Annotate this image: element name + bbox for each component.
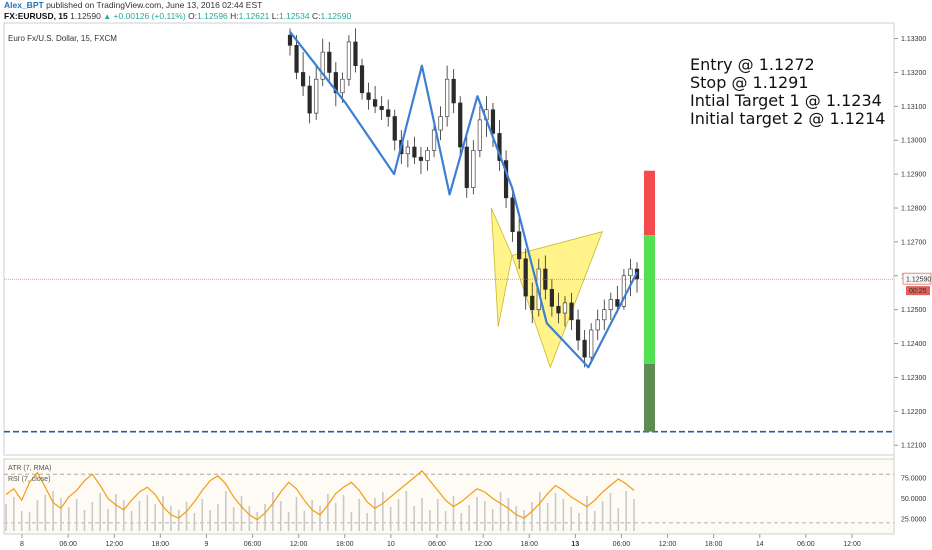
candle-body <box>392 116 397 141</box>
y-tick-label: 1.12900 <box>901 172 926 179</box>
y-tick-label: 1.13200 <box>901 70 926 77</box>
candle-body <box>314 78 319 114</box>
candle-body <box>287 34 293 46</box>
x-tick-label: 06:00 <box>428 541 446 548</box>
candle-body <box>294 45 299 73</box>
candle-body <box>327 51 332 73</box>
x-tick-label: 12:00 <box>474 541 492 548</box>
candle-body <box>556 305 561 314</box>
candle-body <box>510 197 515 233</box>
atr-label: ATR (7, RMA) <box>8 465 51 472</box>
x-tick-label: 18:00 <box>336 541 354 548</box>
x-tick-label: 13 <box>571 541 579 548</box>
trade-note: Stop @ 1.1291 <box>690 73 809 92</box>
x-tick-label: 10 <box>387 541 395 548</box>
trade-zones <box>4 170 894 433</box>
candle-body <box>438 116 443 131</box>
y-tick-label: 1.13000 <box>901 138 926 145</box>
candle-body <box>628 268 633 277</box>
candle-body <box>575 319 581 341</box>
y-tick-label: 1.13100 <box>901 104 926 111</box>
target1-zone <box>644 235 655 364</box>
candle-body <box>418 156 424 161</box>
candle-body <box>569 302 574 321</box>
trade-note: Initial target 2 @ 1.1214 <box>690 109 885 128</box>
x-tick-label: 12:00 <box>659 541 677 548</box>
candle-body <box>405 146 410 155</box>
candle-body <box>608 299 613 310</box>
x-tick-label: 8 <box>20 541 24 548</box>
candle-body <box>458 102 463 148</box>
trade-note: Entry @ 1.1272 <box>690 55 815 74</box>
y-tick-label: 1.12300 <box>901 375 926 382</box>
price-tags: 1.12590 00:25 <box>902 272 931 296</box>
x-tick-label: 18:00 <box>705 541 723 548</box>
candle-body <box>523 258 528 297</box>
chart-title: Euro Fx/U.S. Dollar, 15, FXCM <box>8 34 117 43</box>
x-tick-label: 14 <box>756 541 764 548</box>
pattern-triangle-xab <box>490 207 513 327</box>
candle-body <box>562 302 568 314</box>
y-tick-label: 1.12400 <box>901 341 926 348</box>
y-tick-label: 1.12500 <box>901 307 926 314</box>
x-tick-label: 18:00 <box>520 541 538 548</box>
candle-body <box>490 109 496 134</box>
candle-body <box>300 72 306 87</box>
x-tick-label: 06:00 <box>244 541 262 548</box>
indicator-tick-label: 75.0000 <box>901 476 926 483</box>
candle-body <box>412 146 417 158</box>
candle-body <box>582 339 587 358</box>
candle-body <box>602 309 607 321</box>
candle-body <box>589 329 594 358</box>
candle-body <box>359 65 365 94</box>
price-chart[interactable]: Euro Fx/U.S. Dollar, 15, FXCM 1.133001.1… <box>0 0 932 550</box>
y-tick-label: 1.12700 <box>901 239 926 246</box>
x-tick-label: 06:00 <box>797 541 815 548</box>
candle-body <box>451 78 456 104</box>
y-axis: 1.13300 1.13200 1.13100 1.13000 1.12900 1.128… <box>894 36 926 450</box>
candle-body <box>471 150 476 188</box>
candle-body <box>615 299 620 307</box>
x-tick-label: 9 <box>204 541 208 548</box>
candle-body <box>595 319 600 331</box>
x-tick-label: 18:00 <box>152 541 170 548</box>
x-tick-label: 12:00 <box>105 541 123 548</box>
x-tick-label: 12:00 <box>843 541 861 548</box>
stop-zone <box>644 170 655 236</box>
candle-body <box>477 119 482 151</box>
x-tick-label: 06:00 <box>613 541 631 548</box>
x-tick-label: 06:00 <box>59 541 77 548</box>
candle-body <box>549 289 554 307</box>
timer-tag-text: 00:25 <box>909 288 927 295</box>
candle-body <box>386 109 391 117</box>
candle-body <box>373 99 378 107</box>
target2-zone <box>644 363 655 432</box>
candle-body <box>379 106 384 111</box>
candle-body <box>340 78 345 94</box>
y-tick-label: 1.13300 <box>901 36 926 43</box>
y-tick-label: 1.12200 <box>901 409 926 416</box>
candle-body <box>307 85 312 114</box>
candle-body <box>425 150 430 161</box>
candle-body <box>464 146 469 188</box>
candle-body <box>346 41 352 80</box>
candle-body <box>530 295 535 310</box>
trade-notes: Entry @ 1.1272Stop @ 1.1291Intial Target… <box>690 55 885 128</box>
candle-body <box>517 231 522 260</box>
candle-body <box>366 92 371 100</box>
rsi-label: RSI (7, close) <box>8 476 50 483</box>
last-price-tag-text: 1.12590 <box>906 277 931 284</box>
candle-body <box>445 78 450 117</box>
indicator-tick-label: 25.0000 <box>901 516 926 523</box>
x-tick-label: 12:00 <box>290 541 308 548</box>
trade-note: Intial Target 1 @ 1.1234 <box>690 91 882 110</box>
candles <box>287 28 640 368</box>
candle-body <box>353 41 358 66</box>
x-axis: 8 06:00 12:00 18:00 9 06:00 12:00 18:00 10 06:00 1… <box>20 534 861 548</box>
y-tick-label: 1.12100 <box>901 443 926 450</box>
indicator-tick-label: 50.0000 <box>901 496 926 503</box>
y-tick-label: 1.12800 <box>901 206 926 213</box>
